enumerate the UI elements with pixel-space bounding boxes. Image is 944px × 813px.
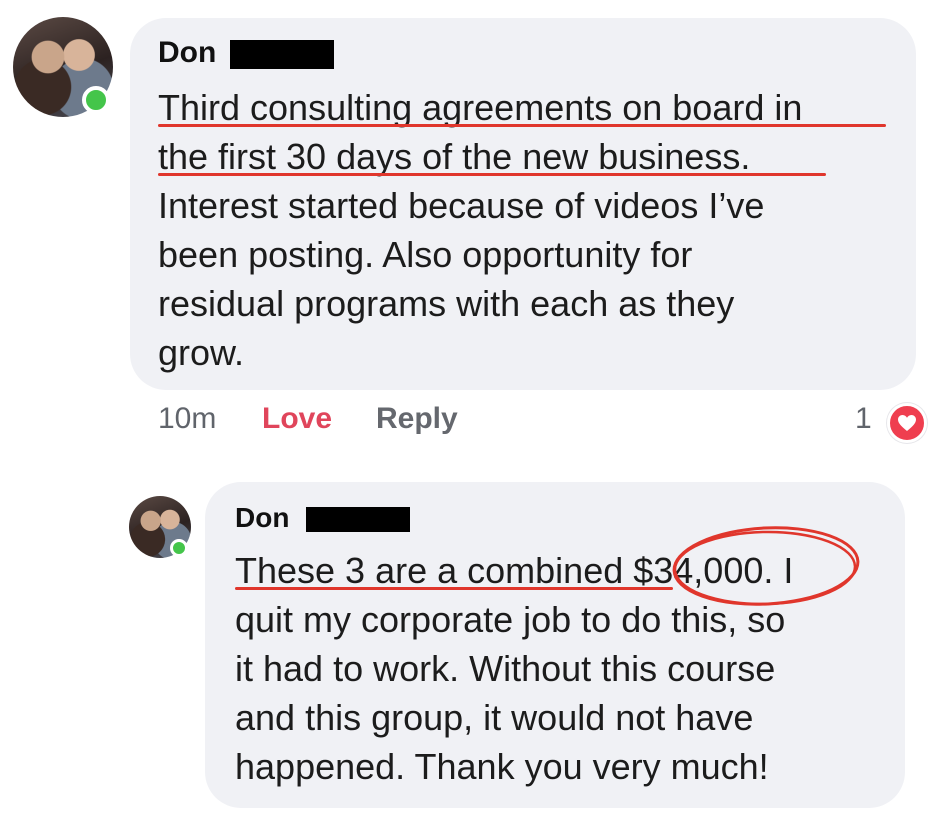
red-underline — [158, 124, 886, 127]
reply-author[interactable]: Don — [235, 502, 289, 534]
comment-line: residual programs with each as they — [158, 283, 735, 324]
comment-line: Interest started because of videos I’ve — [158, 185, 765, 226]
comment-line: grow. — [158, 332, 245, 373]
red-underline — [158, 173, 826, 176]
love-button[interactable]: Love — [262, 402, 332, 436]
comment-timestamp: 10m — [158, 402, 217, 435]
redaction-bar — [230, 40, 334, 69]
redaction-bar — [306, 507, 410, 532]
reply-line: it had to work. Without this course — [235, 648, 776, 689]
reply-button[interactable]: Reply — [376, 402, 458, 436]
red-circle-annotation — [672, 526, 860, 606]
online-status-icon — [82, 86, 110, 114]
heart-icon[interactable] — [887, 403, 927, 443]
red-underline — [235, 587, 673, 590]
comment-author[interactable]: Don — [158, 36, 216, 70]
online-status-icon — [170, 539, 188, 557]
reply-line: and this group, it would not have — [235, 697, 754, 738]
reply-line: happened. Thank you very much! — [235, 746, 769, 787]
comment-text: Third consulting agreements on board in … — [158, 83, 898, 377]
comment-line: been posting. Also opportunity for — [158, 234, 693, 275]
reaction-count[interactable]: 1 — [855, 402, 872, 436]
